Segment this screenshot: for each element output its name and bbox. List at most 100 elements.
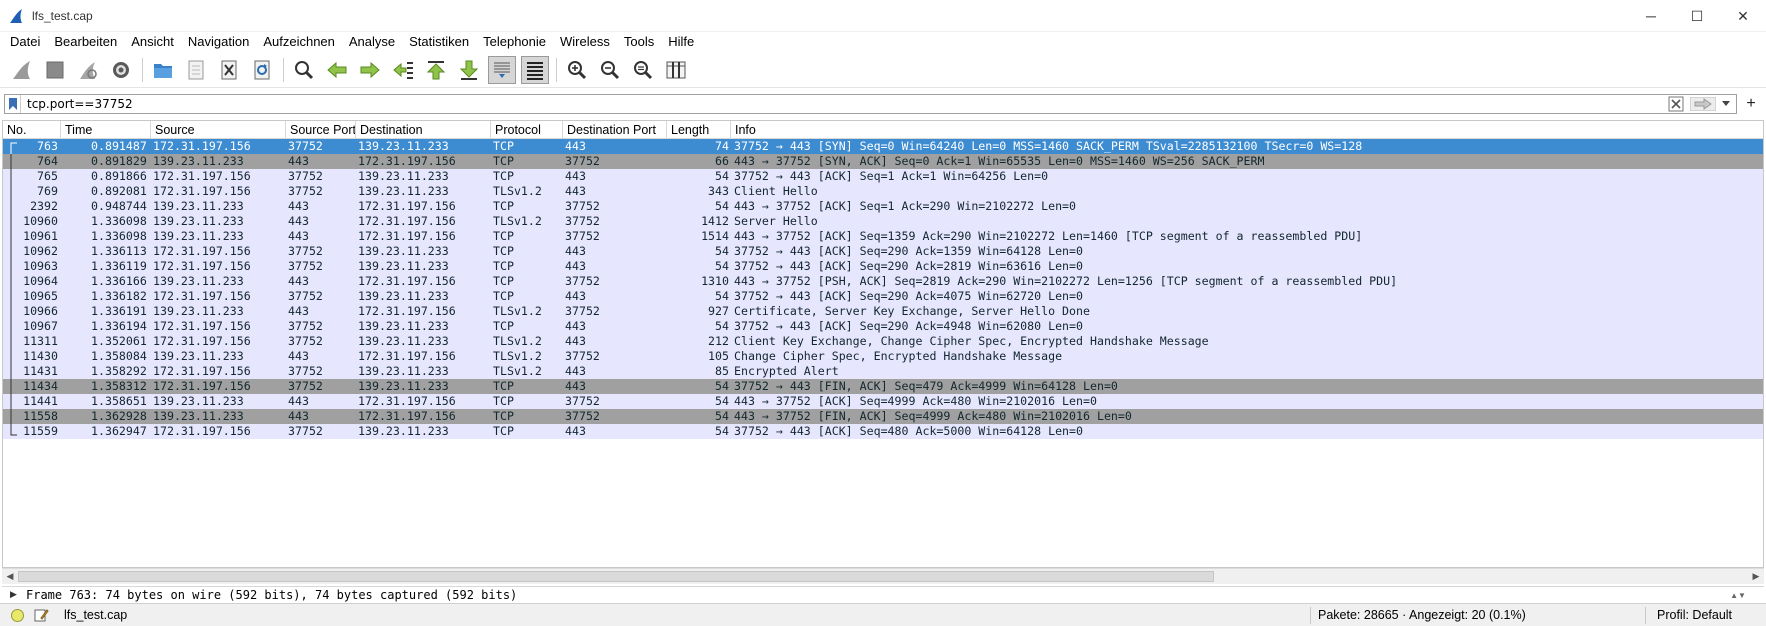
cell-length: 54 xyxy=(715,379,729,393)
column-header-length[interactable]: Length xyxy=(667,121,731,139)
cell-no: 11441 xyxy=(23,394,58,408)
cell-source-port: 443 xyxy=(288,349,309,363)
go-forward-icon[interactable] xyxy=(356,56,384,84)
cell-source: 139.23.11.233 xyxy=(153,394,244,408)
cell-destination: 172.31.197.156 xyxy=(358,214,456,228)
menu-telephonie[interactable]: Telephonie xyxy=(476,32,553,52)
packet-list-hscrollbar[interactable]: ◀ ▶ xyxy=(2,568,1764,584)
cell-destination-port: 443 xyxy=(565,139,586,153)
packet-row[interactable]: 10962 1.336113 172.31.197.156 37752 139.23.1… xyxy=(3,244,1763,259)
autoscroll-icon[interactable] xyxy=(488,55,516,84)
menu-hilfe[interactable]: Hilfe xyxy=(661,32,701,52)
packet-row[interactable]: 11311 1.352061 172.31.197.156 37752 139.23.1… xyxy=(3,334,1763,349)
packet-row[interactable]: 10964 1.336166 139.23.11.233 443 172.31.197.… xyxy=(3,274,1763,289)
go-back-icon[interactable] xyxy=(323,56,351,84)
packet-row[interactable]: 765 0.891866 172.31.197.156 37752 139.23.11.… xyxy=(3,169,1763,184)
menu-bearbeiten[interactable]: Bearbeiten xyxy=(47,32,124,52)
packet-row[interactable]: 10966 1.336191 139.23.11.233 443 172.31.197.… xyxy=(3,304,1763,319)
menu-datei[interactable]: Datei xyxy=(3,32,47,52)
packet-row[interactable]: 10961 1.336098 139.23.11.233 443 172.31.197.… xyxy=(3,229,1763,244)
cell-time: 1.358312 xyxy=(91,379,147,393)
menu-tools[interactable]: Tools xyxy=(617,32,661,52)
reload-icon[interactable] xyxy=(248,56,276,84)
column-header-info[interactable]: Info xyxy=(731,121,1763,139)
bookmark-icon[interactable] xyxy=(5,95,21,113)
add-filter-button[interactable]: + xyxy=(1742,94,1760,114)
packet-row[interactable]: 10965 1.336182 172.31.197.156 37752 139.23.1… xyxy=(3,289,1763,304)
restart-capture-icon[interactable] xyxy=(74,56,102,84)
column-header-no[interactable]: No. xyxy=(3,121,61,139)
frame-summary-line[interactable]: Frame 763: 74 bytes on wire (592 bits), … xyxy=(26,588,517,603)
resize-columns-icon[interactable] xyxy=(662,56,690,84)
packet-row[interactable]: 11559 1.362947 172.31.197.156 37752 139.23.1… xyxy=(3,424,1763,439)
colorize-icon[interactable] xyxy=(521,55,549,84)
status-separator xyxy=(1645,607,1646,624)
close-button[interactable]: ✕ xyxy=(1720,0,1766,32)
minimize-button[interactable]: ─ xyxy=(1628,0,1674,32)
display-filter-input[interactable] xyxy=(21,95,1668,113)
expert-info-led-icon[interactable] xyxy=(11,609,24,622)
cell-no: 10960 xyxy=(23,214,58,228)
maximize-button[interactable]: ☐ xyxy=(1674,0,1720,32)
cell-source: 172.31.197.156 xyxy=(153,289,251,303)
menu-ansicht[interactable]: Ansicht xyxy=(124,32,181,52)
scroll-left-icon[interactable]: ◀ xyxy=(2,569,18,584)
packet-row[interactable]: 764 0.891829 139.23.11.233 443 172.31.197.15… xyxy=(3,154,1763,169)
column-header-protocol[interactable]: Protocol xyxy=(491,121,563,139)
go-to-packet-icon[interactable] xyxy=(389,56,417,84)
cell-time: 1.336098 xyxy=(91,214,147,228)
expand-arrow-icon[interactable]: ▶ xyxy=(10,589,17,600)
packet-row[interactable]: 10960 1.336098 139.23.11.233 443 172.31.197.… xyxy=(3,214,1763,229)
open-folder-icon[interactable] xyxy=(149,56,177,84)
column-header-source[interactable]: Source xyxy=(151,121,286,139)
cell-no: 11431 xyxy=(23,364,58,378)
cell-time: 1.336166 xyxy=(91,274,147,288)
packet-row[interactable]: 10967 1.336194 172.31.197.156 37752 139.23.1… xyxy=(3,319,1763,334)
packet-row[interactable]: 769 0.892081 172.31.197.156 37752 139.23.11.… xyxy=(3,184,1763,199)
column-header-source-port[interactable]: Source Port xyxy=(286,121,356,139)
column-header-time[interactable]: Time xyxy=(61,121,151,139)
stop-capture-icon[interactable] xyxy=(41,56,69,84)
go-first-icon[interactable] xyxy=(422,56,450,84)
find-packet-icon[interactable] xyxy=(290,56,318,84)
status-profile[interactable]: Profil: Default xyxy=(1657,608,1732,622)
edit-comment-icon[interactable] xyxy=(33,607,49,623)
detail-scroll-icon[interactable]: ▲▼ xyxy=(1730,587,1746,603)
go-last-icon[interactable] xyxy=(455,56,483,84)
menu-wireless[interactable]: Wireless xyxy=(553,32,617,52)
toolbar-separator xyxy=(556,57,557,82)
apply-filter-icon[interactable] xyxy=(1690,97,1716,111)
cell-info: Encrypted Alert xyxy=(734,364,839,378)
packet-row[interactable]: 11558 1.362928 139.23.11.233 443 172.31.197.… xyxy=(3,409,1763,424)
close-file-icon[interactable] xyxy=(215,56,243,84)
menu-aufzeichnen[interactable]: Aufzeichnen xyxy=(256,32,342,52)
packet-row[interactable]: 11431 1.358292 172.31.197.156 37752 139.23.1… xyxy=(3,364,1763,379)
menu-analyse[interactable]: Analyse xyxy=(342,32,402,52)
cell-no: 10967 xyxy=(23,319,58,333)
clear-filter-icon[interactable] xyxy=(1668,96,1684,112)
filter-history-dropdown-icon[interactable] xyxy=(1720,96,1732,112)
packet-row[interactable]: 10963 1.336119 172.31.197.156 37752 139.23.1… xyxy=(3,259,1763,274)
scroll-right-icon[interactable]: ▶ xyxy=(1748,569,1764,584)
column-header-destination[interactable]: Destination xyxy=(356,121,491,139)
packet-row[interactable]: 2392 0.948744 139.23.11.233 443 172.31.197.1… xyxy=(3,199,1763,214)
scrollbar-thumb[interactable] xyxy=(18,571,1214,582)
column-header-destination-port[interactable]: Destination Port xyxy=(563,121,667,139)
menu-navigation[interactable]: Navigation xyxy=(181,32,256,52)
shark-fin-start-icon[interactable] xyxy=(8,56,36,84)
packet-row[interactable]: 11430 1.358084 139.23.11.233 443 172.31.197.… xyxy=(3,349,1763,364)
save-file-icon[interactable] xyxy=(182,56,210,84)
cell-protocol: TCP xyxy=(493,319,514,333)
capture-options-icon[interactable] xyxy=(107,56,135,84)
zoom-in-icon[interactable] xyxy=(563,56,591,84)
packet-row[interactable]: 11441 1.358651 139.23.11.233 443 172.31.197.… xyxy=(3,394,1763,409)
packet-list-header: No. Time Source Source Port Destination … xyxy=(3,121,1763,139)
zoom-out-icon[interactable] xyxy=(596,56,624,84)
cell-destination: 139.23.11.233 xyxy=(358,259,449,273)
zoom-normal-icon[interactable] xyxy=(629,56,657,84)
cell-source: 139.23.11.233 xyxy=(153,409,244,423)
menu-statistiken[interactable]: Statistiken xyxy=(402,32,476,52)
packet-row[interactable]: 763 0.891487 172.31.197.156 37752 139.23.11.… xyxy=(3,139,1763,154)
cell-destination-port: 443 xyxy=(565,289,586,303)
packet-row[interactable]: 11434 1.358312 172.31.197.156 37752 139.23.1… xyxy=(3,379,1763,394)
